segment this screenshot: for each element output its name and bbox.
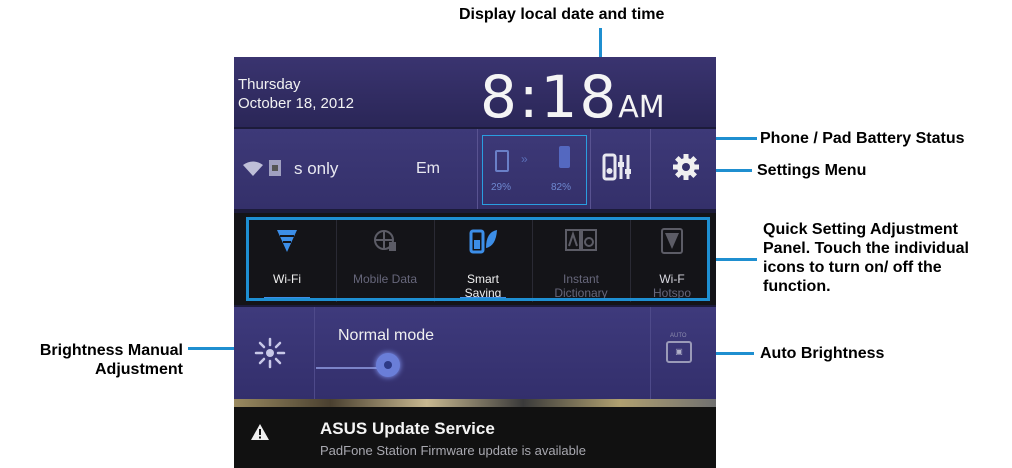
annotation-auto: Auto Brightness — [760, 345, 885, 362]
annotation-brightness-line2: Adjustment — [95, 361, 183, 378]
day-label: Thursday — [238, 76, 301, 93]
warning-icon — [250, 423, 270, 447]
clock-time: 8:18 — [480, 63, 619, 131]
chevron-right-icon: » — [521, 152, 528, 166]
annotation-quick-line2: Panel. Touch the individual — [763, 240, 969, 257]
notification-subtitle: PadFone Station Firmware update is avail… — [320, 443, 586, 458]
network-status-text: s only — [294, 159, 339, 178]
quick-settings-highlight — [246, 217, 710, 301]
notification-item[interactable]: ASUS Update Service PadFone Station Firm… — [234, 407, 716, 468]
phone-battery-icon — [495, 150, 509, 172]
status-row: s only Em » 29% 82% — [234, 129, 716, 209]
auto-brightness-label: AUTO — [670, 333, 687, 339]
divider — [477, 129, 478, 209]
date-label: October 18, 2012 — [238, 95, 354, 112]
gear-icon[interactable] — [672, 153, 700, 188]
brightness-slider-knob[interactable] — [376, 353, 400, 377]
quick-settings-panel: Wi-Fi Mobile Data Smart Saving Instant D… — [234, 213, 716, 305]
annotation-brightness-line1: Brightness Manual — [39, 342, 183, 359]
auto-brightness-icon[interactable]: ▣ — [666, 341, 692, 363]
annotation-quick-line4: function. — [763, 278, 831, 295]
clock: 8:18AM — [480, 63, 665, 131]
annotation-settings: Settings Menu — [757, 162, 867, 179]
brightness-row: Normal mode AUTO ▣ — [234, 307, 716, 399]
divider — [650, 129, 651, 209]
divider — [650, 307, 651, 399]
pad-battery-percent: 82% — [551, 182, 572, 193]
emergency-text: Em — [416, 160, 440, 177]
datetime-header[interactable]: Thursday October 18, 2012 8:18AM — [234, 57, 716, 131]
sim-icon — [268, 159, 282, 182]
annotation-quick: Quick Setting Adjustment Panel. Touch th… — [763, 220, 1012, 296]
sliders-icon[interactable] — [602, 153, 632, 188]
pad-battery-icon — [559, 146, 570, 168]
annotation-quick-line3: icons to turn on/ off the — [763, 259, 942, 276]
annotation-quick-line1: Quick Setting Adjustment — [763, 221, 958, 238]
brightness-mode-label: Normal mode — [338, 327, 435, 344]
annotation-brightness: Brightness Manual Adjustment — [8, 341, 183, 379]
phone-battery-percent: 29% — [491, 182, 512, 193]
clock-ampm: AM — [618, 90, 665, 125]
battery-status[interactable]: » 29% 82% — [482, 135, 587, 205]
annotation-datetime: Display local date and time — [459, 6, 665, 23]
notification-panel: Thursday October 18, 2012 8:18AM s only … — [234, 57, 716, 468]
sun-icon[interactable] — [254, 337, 286, 376]
wallpaper-strip — [234, 399, 716, 407]
annotation-battery: Phone / Pad Battery Status — [760, 130, 965, 147]
divider — [590, 129, 591, 209]
divider — [314, 307, 315, 399]
callout-line-quick — [713, 258, 757, 261]
notification-title: ASUS Update Service — [320, 419, 495, 438]
callout-line-datetime — [599, 28, 602, 58]
wifi-icon — [242, 161, 264, 182]
